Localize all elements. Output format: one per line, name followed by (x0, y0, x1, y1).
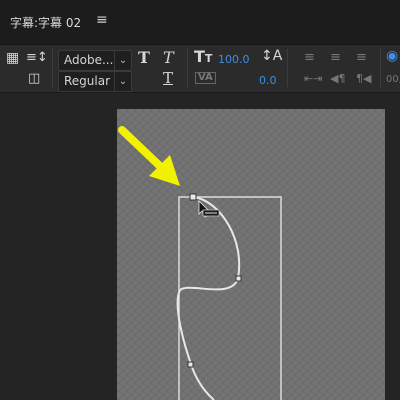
yellow-arrow-pointer (118, 126, 180, 186)
path-anchor-point[interactable] (187, 361, 194, 368)
canvas-overlay (118, 126, 282, 400)
path-anchor-point[interactable] (235, 275, 242, 282)
path-anchor-point[interactable] (189, 193, 197, 201)
pen-path[interactable] (176, 196, 241, 400)
